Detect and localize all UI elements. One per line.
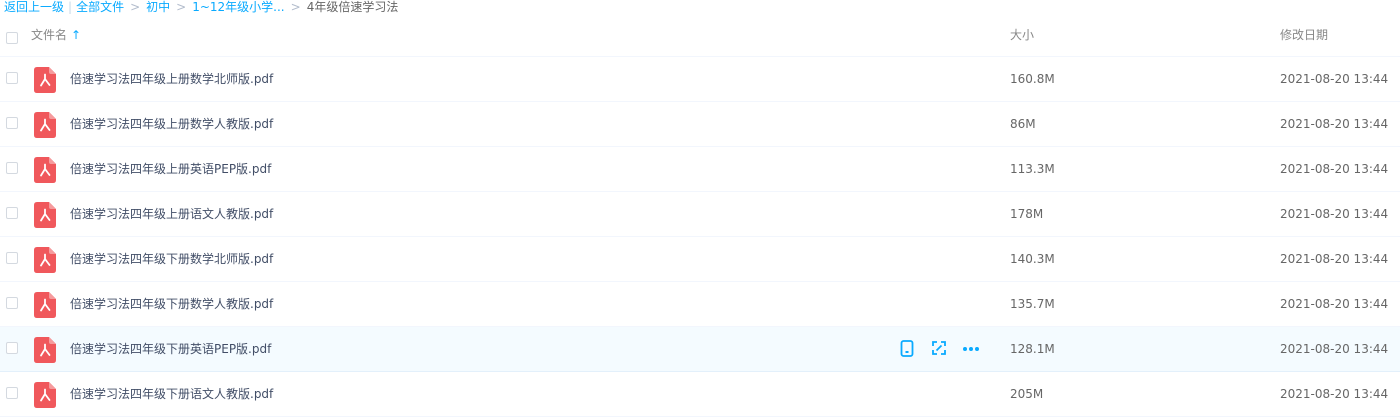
file-list-header: 文件名 ↑ 大小 修改日期 [0,14,1400,57]
file-modified-date: 2021-08-20 13:44 [1280,162,1389,176]
column-header-size[interactable]: 大小 [1010,14,1034,56]
row-checkbox[interactable] [6,162,18,174]
file-size: 205M [1010,387,1044,401]
pdf-file-icon [34,112,56,138]
file-row[interactable]: 倍速学习法四年级下册数学人教版.pdf 135.7M 2021-08-20 13:4… [0,282,1400,327]
file-row[interactable]: 倍速学习法四年级上册语文人教版.pdf 178M 2021-08-20 13:44 [0,192,1400,237]
file-row[interactable]: 倍速学习法四年级上册数学人教版.pdf 86M 2021-08-20 13:44 [0,102,1400,147]
pdf-file-icon [34,247,56,273]
row-checkbox[interactable] [6,387,18,399]
phone-icon[interactable] [900,340,918,358]
row-checkbox[interactable] [6,342,18,354]
file-name[interactable]: 倍速学习法四年级上册数学北师版.pdf [70,57,273,101]
breadcrumb-separator: > [130,0,141,14]
file-row[interactable]: 倍速学习法四年级下册英语PEP版.pdf 128.1M 2021-08-20 13:… [0,327,1400,372]
file-size: 86M [1010,117,1036,131]
pdf-file-icon [34,382,56,408]
file-row[interactable]: 倍速学习法四年级上册英语PEP版.pdf 113.3M 2021-08-20 13:… [0,147,1400,192]
breadcrumb-all-files[interactable]: 全部文件 [76,0,124,14]
file-row[interactable]: 倍速学习法四年级下册语文人教版.pdf 205M 2021-08-20 13:44 [0,372,1400,417]
row-checkbox[interactable] [6,72,18,84]
back-link[interactable]: 返回上一级 [4,0,64,14]
breadcrumb-divider: | [68,0,73,14]
breadcrumb-current: 4年级倍速学习法 [306,0,399,14]
file-size: 128.1M [1010,342,1055,356]
breadcrumb-grades-folder[interactable]: 1~12年级小学... [192,0,284,14]
pdf-file-icon [34,292,56,318]
file-name[interactable]: 倍速学习法四年级上册英语PEP版.pdf [70,147,271,191]
pdf-file-icon [34,67,56,93]
share-link-icon[interactable] [931,340,949,358]
file-size: 178M [1010,207,1044,221]
file-modified-date: 2021-08-20 13:44 [1280,342,1389,356]
file-size: 160.8M [1010,72,1055,86]
file-row[interactable]: 倍速学习法四年级上册数学北师版.pdf 160.8M 2021-08-20 13:4… [0,57,1400,102]
row-checkbox[interactable] [6,297,18,309]
row-checkbox[interactable] [6,207,18,219]
file-list: 倍速学习法四年级上册数学北师版.pdf 160.8M 2021-08-20 13:4… [0,57,1400,417]
file-row[interactable]: 倍速学习法四年级下册数学北师版.pdf 140.3M 2021-08-20 13:4… [0,237,1400,282]
file-modified-date: 2021-08-20 13:44 [1280,72,1389,86]
pdf-file-icon [34,337,56,363]
file-name[interactable]: 倍速学习法四年级上册语文人教版.pdf [70,192,273,236]
sort-arrow-icon: ↑ [71,28,82,42]
file-size: 140.3M [1010,252,1055,266]
file-modified-date: 2021-08-20 13:44 [1280,297,1389,311]
file-name[interactable]: 倍速学习法四年级上册数学人教版.pdf [70,102,273,146]
column-header-date[interactable]: 修改日期 [1280,14,1328,56]
row-checkbox[interactable] [6,252,18,264]
breadcrumb-separator: > [290,0,301,14]
breadcrumb: 返回上一级 | 全部文件 > 初中 >1~12年级小学... >4年级倍速学习法 [0,0,1400,14]
column-header-name-label: 文件名 [31,28,68,42]
select-all-checkbox[interactable] [6,32,18,44]
file-name[interactable]: 倍速学习法四年级下册语文人教版.pdf [70,372,273,416]
file-name[interactable]: 倍速学习法四年级下册数学人教版.pdf [70,282,273,326]
pdf-file-icon [34,202,56,228]
row-checkbox[interactable] [6,117,18,129]
breadcrumb-separator: > [176,0,187,14]
file-modified-date: 2021-08-20 13:44 [1280,387,1389,401]
more-icon[interactable] [962,340,980,358]
file-name[interactable]: 倍速学习法四年级下册数学北师版.pdf [70,237,273,281]
file-modified-date: 2021-08-20 13:44 [1280,117,1389,131]
file-name[interactable]: 倍速学习法四年级下册英语PEP版.pdf [70,327,271,371]
file-modified-date: 2021-08-20 13:44 [1280,252,1389,266]
file-size: 135.7M [1010,297,1055,311]
file-size: 113.3M [1010,162,1055,176]
file-modified-date: 2021-08-20 13:44 [1280,207,1389,221]
pdf-file-icon [34,157,56,183]
breadcrumb-junior-high[interactable]: 初中 [146,0,170,14]
column-header-name[interactable]: 文件名 ↑ [31,14,81,56]
